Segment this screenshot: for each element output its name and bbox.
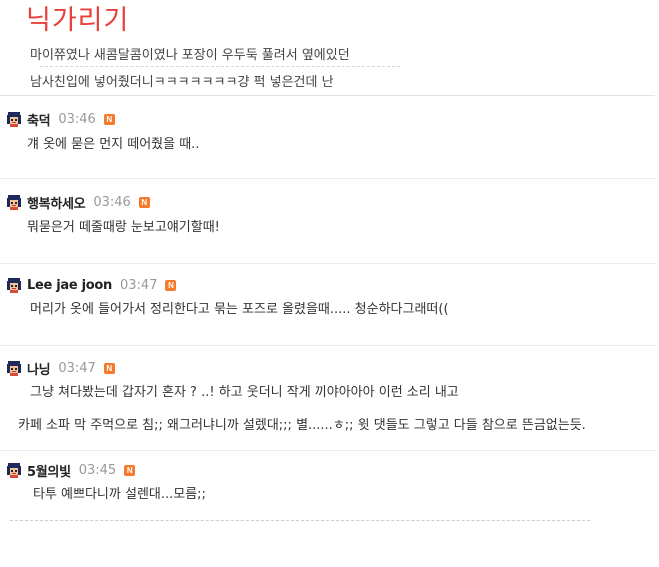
post-title: 닉가리기	[26, 5, 130, 36]
divider	[0, 178, 655, 179]
comment-item: 나닝 03:47 N 그냥 쳐다봤는데 갑자기 혼자 ? ..! 하고 웃더니 …	[0, 359, 659, 449]
comment-text: 머리가 옷에 들어가서 정리한다고 묶는 포즈로 올렸을때..... 청순하다그…	[30, 302, 449, 317]
comment-text: 걔 옷에 묻은 먼지 떼어줬을 때..	[27, 137, 200, 152]
comment-text: 카페 소파 막 주먹으로 침;; 왜그러냐니까 설렜대;;; 별......ㅎ;…	[18, 418, 586, 433]
pixel-character-avatar-icon[interactable]	[6, 277, 22, 293]
comment-time: 03:47	[120, 277, 158, 293]
comment-author[interactable]: 5월의빛	[27, 461, 71, 480]
new-badge-icon: N	[124, 464, 136, 476]
comment-text: 타투 예쁘다니까 설렌대...모름;;	[33, 487, 206, 502]
pixel-character-avatar-icon[interactable]	[6, 360, 22, 376]
new-badge-icon: N	[138, 196, 150, 208]
divider	[0, 263, 655, 264]
comment-time: 03:46	[58, 111, 96, 127]
new-badge-icon: N	[103, 113, 115, 125]
comment-author[interactable]: 축덕	[27, 110, 51, 129]
comment-time: 03:45	[78, 462, 117, 478]
pixel-character-avatar-icon[interactable]	[6, 111, 22, 127]
comment-text: 뭐묻은거 떼줄때랑 눈보고얘기할때!	[27, 220, 220, 235]
divider	[10, 520, 590, 521]
comment-header: Lee jae joon 03:47 N	[6, 276, 177, 294]
comment-header: 행복하세오 03:46 N	[6, 193, 150, 212]
comment-header: 5월의빛 03:45 N	[6, 461, 136, 480]
comment-author[interactable]: 나닝	[27, 359, 51, 378]
comment-header: 축덕 03:46 N	[6, 110, 115, 129]
post-body-line: 마이쮸였나 새콤달콤이였나 포장이 우두둑 풀려서 옆에있던	[30, 48, 350, 63]
comment-header: 나닝 03:47 N	[6, 359, 115, 378]
comment-text: 그냥 쳐다봤는데 갑자기 혼자 ? ..! 하고 웃더니 작게 끼야아아아 이런…	[30, 385, 459, 400]
divider	[0, 95, 655, 96]
divider	[0, 450, 655, 451]
comment-time: 03:47	[58, 360, 96, 376]
post-body-line: 남사친입에 넣어줬더니ㅋㅋㅋㅋㅋㅋㅋ걍 퍽 넣은건데 난	[30, 75, 334, 90]
pixel-character-avatar-icon[interactable]	[6, 462, 22, 478]
comment-time: 03:46	[93, 194, 131, 210]
comment-item: 5월의빛 03:45 N 타투 예쁘다니까 설렌대...모름;;	[0, 461, 659, 521]
new-badge-icon: N	[103, 362, 115, 374]
comment-item: 축덕 03:46 N 걔 옷에 묻은 먼지 떼어줬을 때..	[0, 110, 659, 180]
pixel-character-avatar-icon[interactable]	[6, 194, 22, 210]
new-badge-icon: N	[165, 279, 177, 291]
comment-author[interactable]: Lee jae joon	[27, 278, 112, 293]
divider	[0, 345, 655, 346]
divider	[40, 66, 400, 67]
comment-item: 행복하세오 03:46 N 뭐묻은거 떼줄때랑 눈보고얘기할때!	[0, 193, 659, 263]
comment-author[interactable]: 행복하세오	[27, 193, 86, 212]
comment-item: Lee jae joon 03:47 N 머리가 옷에 들어가서 정리한다고 묶…	[0, 276, 659, 346]
comment-page: 닉가리기 마이쮸였나 새콤달콤이였나 포장이 우두둑 풀려서 옆에있던 남사친입…	[0, 0, 659, 567]
